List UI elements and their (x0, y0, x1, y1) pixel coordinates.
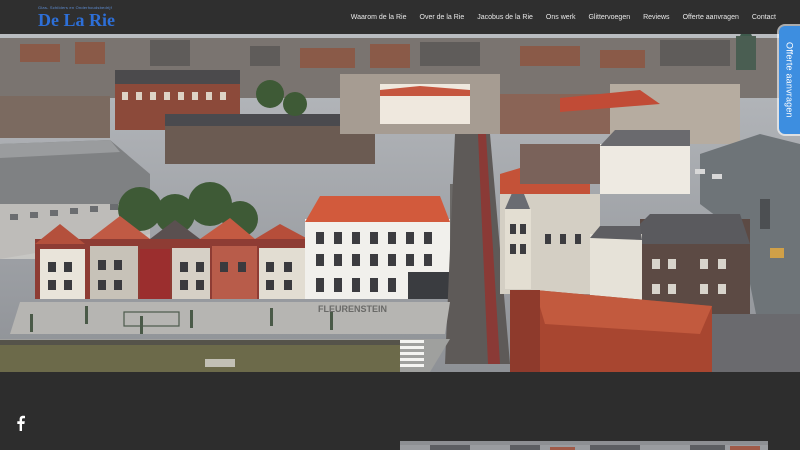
site-header: Glas- Schilders en Onderhoudsbedrijf De … (0, 0, 800, 34)
nav-item-ons-werk[interactable]: Ons werk (546, 14, 576, 21)
nav-item-jacobus[interactable]: Jacobus de la Rie (477, 14, 533, 21)
next-section-image (400, 441, 768, 450)
nav-item-contact[interactable]: Contact (752, 14, 776, 21)
hero-image: FLEURENSTEIN (0, 34, 800, 372)
quote-request-tab[interactable]: Offerte aanvragen (779, 26, 800, 134)
shop-sign-text: FLEURENSTEIN (318, 304, 387, 314)
logo[interactable]: Glas- Schilders en Onderhoudsbedrijf De … (38, 5, 115, 29)
quote-request-tab-label: Offerte aanvragen (784, 42, 795, 118)
nav-item-waarom[interactable]: Waarom de la Rie (351, 14, 407, 21)
nav-item-glittervoegen[interactable]: Glittervoegen (588, 14, 630, 21)
main-nav: Waarom de la Rie Over de la Rie Jacobus … (351, 0, 776, 34)
facebook-icon[interactable] (14, 415, 28, 431)
page: Glas- Schilders en Onderhoudsbedrijf De … (0, 0, 800, 450)
logo-name: De La Rie (38, 10, 115, 30)
nav-item-offerte[interactable]: Offerte aanvragen (683, 14, 739, 21)
aerial-city-photo: FLEURENSTEIN (0, 34, 800, 372)
nav-item-reviews[interactable]: Reviews (643, 14, 669, 21)
content-section (0, 372, 800, 450)
nav-item-over[interactable]: Over de la Rie (420, 14, 465, 21)
